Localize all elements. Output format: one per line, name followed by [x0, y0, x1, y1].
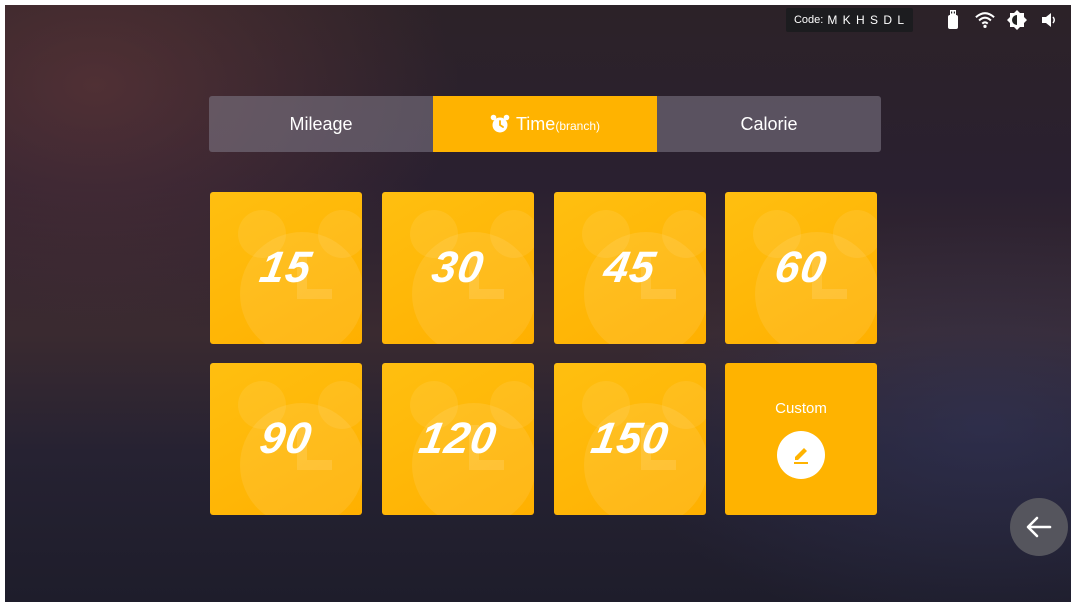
time-option-value: 120: [415, 414, 501, 463]
tab-calorie-label: Calorie: [740, 113, 798, 134]
volume-icon: [1039, 10, 1059, 30]
edit-icon: [777, 431, 825, 479]
screen: Code: M K H S D L Mileage Time (branch) …: [5, 5, 1071, 602]
time-option-value: 30: [428, 243, 488, 292]
tab-time[interactable]: Time (branch): [433, 96, 657, 152]
status-bar: Code: M K H S D L: [776, 5, 1071, 35]
tab-time-label: Time: [515, 113, 556, 134]
time-option-value: 15: [256, 243, 316, 292]
code-value: M K H S D L: [827, 13, 905, 27]
mode-tabs: Mileage Time (branch) Calorie: [209, 96, 881, 152]
code-display: Code: M K H S D L: [785, 8, 913, 32]
back-button[interactable]: [1010, 498, 1068, 556]
time-option-tile[interactable]: 120: [382, 363, 534, 515]
time-option-value: 45: [600, 243, 660, 292]
custom-time-tile[interactable]: Custom: [725, 363, 877, 515]
time-option-value: 150: [587, 414, 673, 463]
time-option-value: 90: [256, 414, 316, 463]
brightness-icon: [1007, 10, 1027, 30]
time-option-tile[interactable]: 90: [210, 363, 362, 515]
time-option-tile[interactable]: 150: [554, 363, 706, 515]
tab-mileage-label: Mileage: [289, 113, 353, 134]
wifi-icon: [975, 10, 995, 30]
tab-time-unit: (branch): [555, 119, 601, 133]
alarm-clock-icon: [490, 114, 510, 134]
custom-label: Custom: [775, 400, 827, 417]
time-option-tile[interactable]: 45: [554, 192, 706, 344]
time-option-tile[interactable]: 30: [382, 192, 534, 344]
time-option-value: 60: [771, 243, 831, 292]
arrow-left-icon: [1026, 516, 1052, 538]
time-option-tile[interactable]: 60: [725, 192, 877, 344]
tab-calorie[interactable]: Calorie: [657, 96, 881, 152]
usb-icon: [943, 10, 963, 30]
tab-mileage[interactable]: Mileage: [209, 96, 433, 152]
code-label: Code:: [793, 14, 824, 26]
time-option-tile[interactable]: 15: [210, 192, 362, 344]
